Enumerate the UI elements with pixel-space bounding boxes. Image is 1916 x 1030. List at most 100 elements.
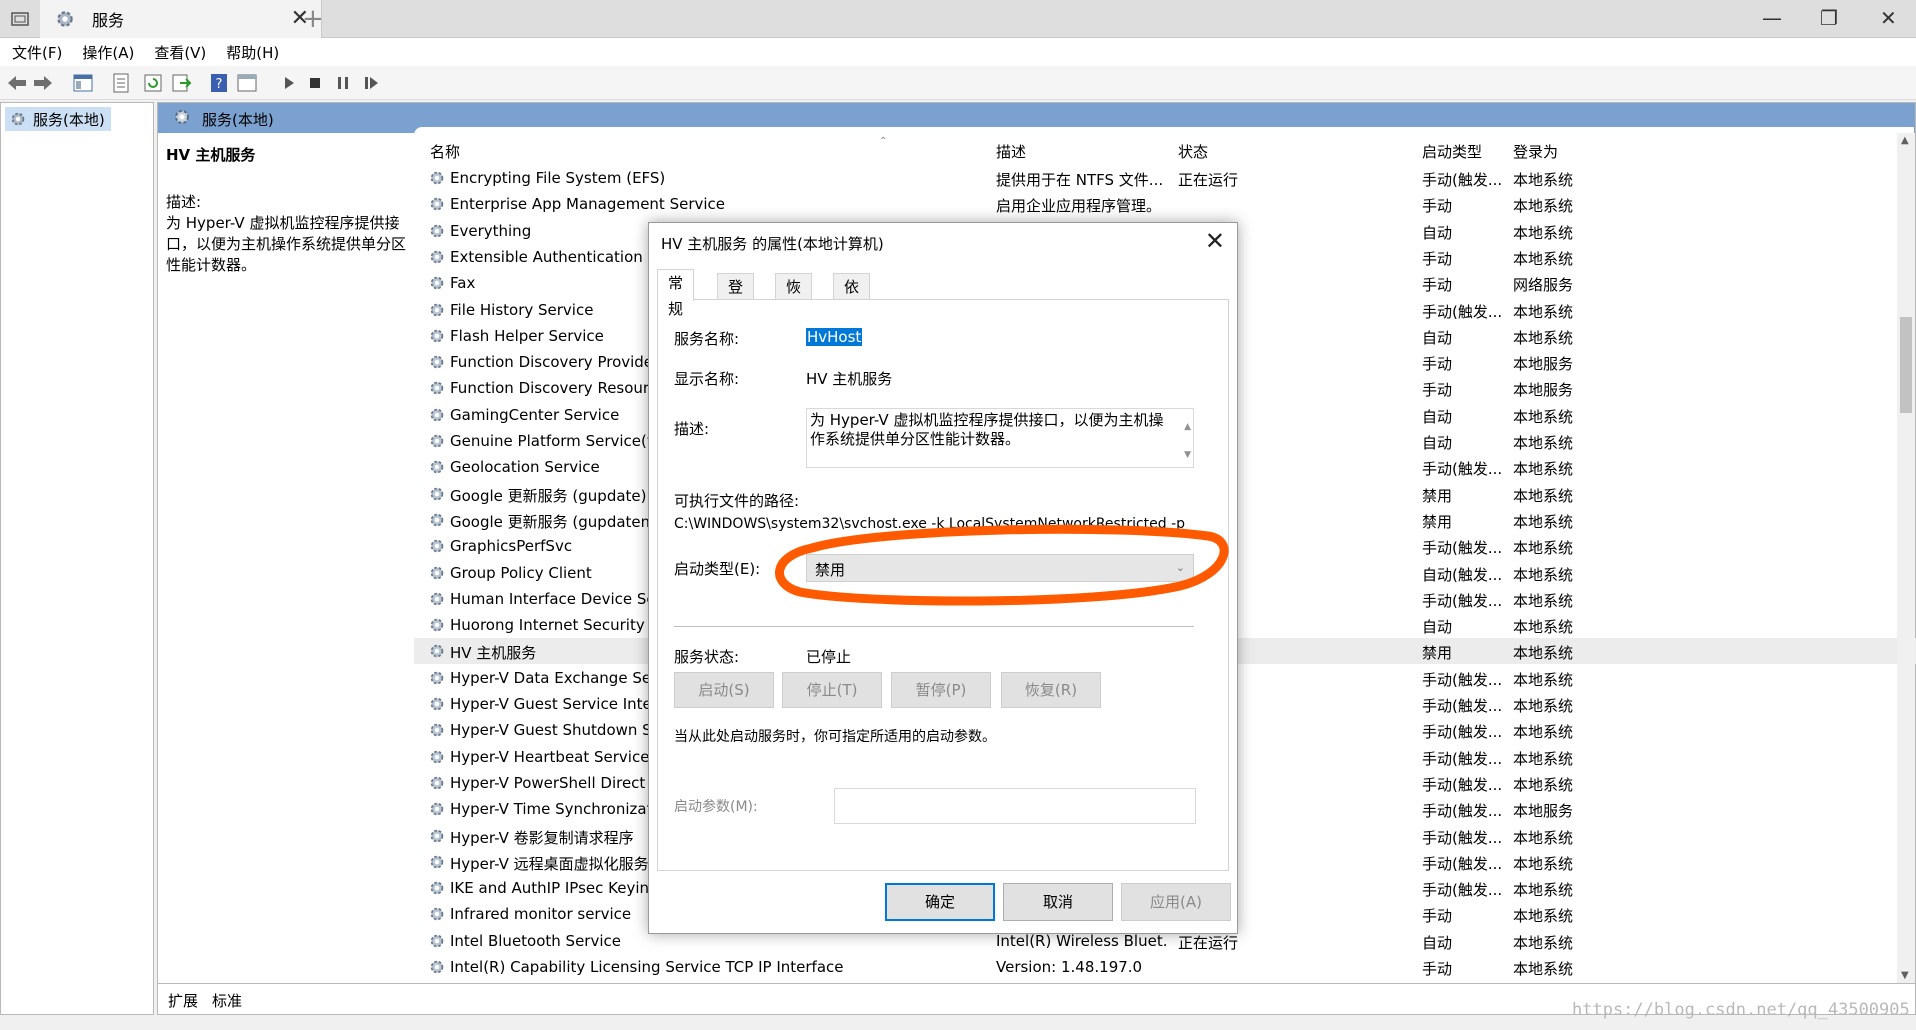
startup-type-select[interactable]: 禁用 ⌄ [806, 554, 1194, 582]
apply-button[interactable]: 应用(A) [1121, 883, 1231, 921]
table-row[interactable]: Encrypting File System (EFS) 提供用于在 NTFS 文… [414, 165, 1916, 191]
show-hide-icon[interactable] [236, 72, 258, 94]
new-tab-button[interactable]: + [302, 4, 324, 34]
cell-startup-type: 手动(触发... [1422, 697, 1503, 715]
service-gear-icon [428, 169, 446, 187]
start-button[interactable]: 启动(S) [674, 672, 774, 708]
service-gear-icon [428, 511, 446, 529]
cell-logon-as: 本地系统 [1513, 933, 1574, 952]
stop-button[interactable]: 停止(T) [782, 672, 882, 708]
window-menu-icon[interactable] [0, 0, 40, 38]
column-header-status[interactable]: 状态 [1178, 141, 1208, 162]
tab-general[interactable]: 常规 [657, 269, 695, 318]
cell-logon-as: 本地系统 [1513, 723, 1574, 742]
toolbar: ? [0, 66, 1916, 100]
table-row[interactable]: Intel(R) Capability Licensing Service TC… [414, 954, 1916, 980]
tab-logon[interactable]: 登录 [717, 273, 755, 322]
help-icon[interactable]: ? [208, 72, 230, 94]
export-icon[interactable] [170, 72, 192, 94]
description-label: 描述: [674, 420, 710, 438]
tab-dependencies[interactable]: 依存关系 [833, 273, 871, 374]
stop-service-icon[interactable] [304, 72, 326, 94]
cell-startup-type: 手动 [1422, 197, 1453, 216]
cell-startup-type: 手动(触发... [1422, 775, 1503, 794]
pause-service-icon[interactable] [332, 72, 354, 94]
cell-logon-as: 本地系统 [1513, 618, 1574, 637]
cell-logon-as: 本地系统 [1513, 749, 1574, 768]
tab-recovery[interactable]: 恢复 [775, 273, 813, 322]
dialog-close-icon[interactable]: ✕ [1205, 227, 1225, 255]
console-tree-icon[interactable] [72, 72, 94, 94]
column-header-startup-type[interactable]: 启动类型 [1422, 141, 1482, 162]
resume-button[interactable]: 恢复(R) [1001, 672, 1101, 708]
cell-startup-type: 自动 [1422, 618, 1453, 637]
console-tree: 服务(本地) [0, 102, 154, 1015]
tree-node-services-local[interactable]: 服务(本地) [5, 107, 111, 131]
scroll-down-icon[interactable]: ▼ [1901, 970, 1909, 981]
start-params-input[interactable] [834, 788, 1196, 824]
close-button[interactable]: ✕ [1880, 6, 1897, 30]
menu-view[interactable]: 查看(V) [154, 42, 206, 63]
cell-startup-type: 手动(触发... [1422, 723, 1503, 742]
cell-logon-as: 本地服务 [1513, 802, 1574, 821]
refresh-icon[interactable] [142, 72, 164, 94]
cell-description: Intel(R) Wireless Bluet... [996, 931, 1166, 950]
description-text: 为 Hyper-V 虚拟机监控程序提供接口，以便为主机操作系统提供单分区性能计数… [810, 411, 1164, 448]
cell-status: 正在运行 [1178, 171, 1239, 189]
cell-startup-type: 手动 [1422, 381, 1453, 400]
tab-standard[interactable]: 标准 [212, 990, 242, 1011]
display-name-value[interactable]: HV 主机服务 [806, 368, 892, 389]
cell-logon-as: 本地系统 [1513, 960, 1574, 978]
cancel-button[interactable]: 取消 [1003, 883, 1113, 921]
cell-logon-as: 本地系统 [1513, 171, 1574, 189]
description-textbox[interactable]: 为 Hyper-V 虚拟机监控程序提供接口，以便为主机操作系统提供单分区性能计数… [806, 408, 1194, 468]
service-gear-icon [428, 379, 446, 397]
exec-path-label: 可执行文件的路径: [674, 492, 800, 510]
start-service-icon[interactable] [278, 72, 300, 94]
window-tab[interactable]: 服务 ✕ [40, 0, 322, 38]
pause-button[interactable]: 暂停(P) [891, 672, 991, 708]
column-header-description[interactable]: 描述 [996, 141, 1026, 162]
chevron-down-icon: ⌄ [1175, 561, 1185, 574]
service-gear-icon [428, 485, 446, 503]
cell-logon-as: 本地系统 [1513, 223, 1574, 242]
forward-arrow-icon[interactable] [32, 72, 54, 94]
scroll-up-icon[interactable]: ▲ [1901, 135, 1909, 146]
tab-extended[interactable]: 扩展 [168, 990, 198, 1011]
menu-action[interactable]: 操作(A) [82, 42, 134, 63]
cell-logon-as: 本地系统 [1513, 565, 1574, 584]
column-header-name[interactable]: 名称 [430, 141, 460, 162]
vertical-scrollbar[interactable]: ▲ ▼ [1897, 133, 1915, 983]
cell-startup-type: 禁用 [1422, 486, 1453, 505]
cell-logon-as: 网络服务 [1513, 276, 1574, 295]
cell-startup-type: 手动 [1422, 249, 1453, 268]
minimize-button[interactable]: — [1762, 6, 1782, 30]
scrollbar-thumb[interactable] [1900, 317, 1912, 413]
cell-startup-type: 禁用 [1422, 512, 1453, 531]
service-name-label: 服务名称: [674, 330, 740, 348]
service-gear-icon [428, 853, 446, 871]
ok-button[interactable]: 确定 [885, 883, 995, 921]
service-gear-icon [428, 748, 446, 766]
service-name-value[interactable]: HvHost [806, 328, 863, 346]
column-header-logon-as[interactable]: 登录为 [1513, 141, 1558, 162]
cell-startup-type: 手动 [1422, 960, 1453, 978]
back-arrow-icon[interactable] [6, 72, 28, 94]
cell-logon-as: 本地系统 [1513, 828, 1574, 847]
cell-logon-as: 本地系统 [1513, 512, 1574, 531]
menu-file[interactable]: 文件(F) [12, 42, 62, 63]
cell-startup-type: 手动(触发... [1422, 171, 1503, 189]
table-row[interactable]: Enterprise App Management Service 启用企业应用程… [414, 191, 1916, 217]
services-gear-icon [11, 112, 25, 126]
description-scroll-arrows[interactable]: ▲ ▼ [1184, 413, 1191, 469]
general-tab-panel: 服务名称: HvHost 显示名称: HV 主机服务 描述: 为 Hyper-V… [657, 299, 1229, 871]
restore-button[interactable]: ❐ [1820, 6, 1838, 30]
restart-service-icon[interactable] [360, 72, 382, 94]
service-status-label: 服务状态: [674, 648, 740, 666]
cell-description: Version: 1.48.197.0 [996, 958, 1143, 976]
menu-help[interactable]: 帮助(H) [226, 42, 279, 63]
properties-icon[interactable] [110, 72, 132, 94]
service-gear-icon [428, 564, 446, 582]
cell-startup-type: 自动 [1422, 223, 1453, 242]
cell-startup-type: 手动(触发... [1422, 802, 1503, 821]
